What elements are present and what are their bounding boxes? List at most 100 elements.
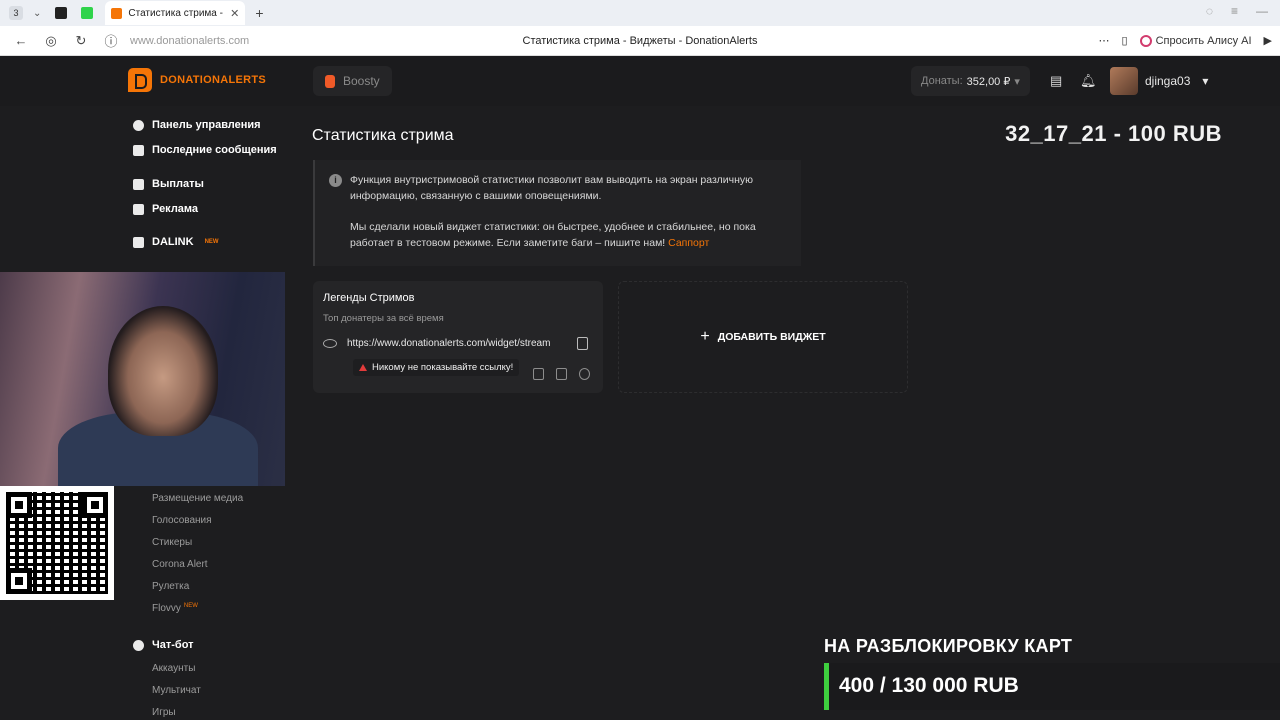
reload-icon[interactable]: ↻ [72,33,90,49]
plus-icon: + [700,328,710,345]
donats-value: 352,00 ₽ [966,75,1011,88]
messages-icon [133,144,144,156]
donats-dropdown[interactable]: Донаты: 352,00 ₽ ▾ [911,66,1030,96]
ask-alice-button[interactable]: Спросить Алису AI [1139,34,1252,47]
eye-off-icon[interactable] [323,339,337,348]
gear-icon[interactable] [579,368,590,380]
qr-pattern [6,492,108,594]
new-tab-icon[interactable]: + [255,5,263,21]
profile-icon[interactable]: ◌ [1206,4,1213,18]
warning-icon [359,364,367,371]
close-tab-icon[interactable]: ✕ [230,7,239,20]
warning-text: Никому не показывайте ссылку! [372,362,514,373]
wallet-icon [133,178,144,190]
qr-finder [6,492,32,518]
more-icon[interactable]: ⋯ [1099,34,1110,47]
warning-badge: Никому не показывайте ссылку! [353,359,520,376]
widget-url[interactable]: https://www.donationalerts.com/widget/st… [347,338,565,349]
dalink-icon [133,236,144,248]
minimize-icon[interactable]: — [1256,4,1268,18]
back-icon[interactable]: ← [12,33,30,48]
trash-icon[interactable] [556,368,567,380]
goal-progress-bar: 400 / 130 000 RUB [824,663,1280,710]
sidebar-item-dalink[interactable]: DALINK NEW [133,236,219,248]
protect-icon[interactable]: ◎ [42,33,60,49]
bookmark-icon[interactable]: ▯ [1122,34,1128,47]
donats-label: Донаты: [921,75,963,87]
page-title: Статистика стрима [312,127,454,144]
dashboard-icon [133,119,144,131]
logo[interactable]: DONATIONALERTS [128,68,266,92]
qr-code [0,486,114,600]
sidebar-subitem-corona-alert[interactable]: Corona Alert [152,559,208,570]
chevron-down-icon[interactable]: ⌄ [33,8,41,19]
webcam-overlay [0,272,285,486]
duplicate-icon[interactable] [533,368,544,380]
sidebar-subitem-flovvy[interactable]: Flovvy NEW [152,603,198,614]
browser-tab-bar: 3 ⌄ Статистика стрима - В ✕ + ◌ ≡ — [0,0,1280,26]
sidebar-item-payouts[interactable]: Выплаты [133,178,204,190]
sidebar-item-label: Панель управления [152,119,261,131]
info-text-1: Функция внутристримовой статистики позво… [350,174,754,202]
add-widget-label: ДОБАВИТЬ ВИДЖЕТ [717,331,826,343]
sidebar-item-label: Чат-бот [152,639,194,651]
sidebar-item-label: Реклама [152,203,199,215]
goal-title: НА РАЗБЛОКИРОВКУ КАРТ [824,636,1073,656]
tab-count-badge[interactable]: 3 [9,6,23,20]
sidebar-subitem-roulette[interactable]: Рулетка [152,581,189,592]
boosty-button[interactable]: Boosty [313,66,392,96]
alice-icon [1139,34,1152,47]
sidebar-subitem-accounts[interactable]: Аккаунты [152,663,195,674]
webcam-person-head [108,306,218,436]
tab-title: Статистика стрима - В [128,7,227,19]
sidebar-subitem-polls[interactable]: Голосования [152,515,212,526]
sidebar-toggle-icon[interactable]: ▶ [1264,34,1272,47]
site-info-icon[interactable]: ⓘ [102,31,120,50]
sidebar-subitem-games[interactable]: Игры [152,707,176,718]
logo-text: DONATIONALERTS [160,74,267,86]
avatar[interactable] [1110,67,1138,95]
widget-subtitle: Топ донатеры за всё время [323,313,444,324]
sidebar-subitem-stickers[interactable]: Стикеры [152,537,192,548]
copy-icon[interactable] [577,337,588,350]
widget-card: Легенды Стримов Топ донатеры за всё врем… [313,281,603,393]
sidebar-item-label: Выплаты [152,178,204,190]
logo-icon [128,68,152,92]
url-field[interactable]: www.donationalerts.com [130,35,249,47]
sidebar-item-last-messages[interactable]: Последние сообщения [133,144,277,156]
qr-finder [82,492,108,518]
pinned-tab-icon[interactable] [55,7,68,19]
chatbot-icon [133,639,144,651]
pinned-tab-kick-icon[interactable] [81,7,94,19]
sidebar-subitem-label: Flovvy [152,603,181,614]
news-icon[interactable]: ▤ [1050,73,1062,89]
sidebar-item-label: Последние сообщения [152,144,277,156]
widget-link-row: https://www.donationalerts.com/widget/st… [323,337,593,350]
ads-icon [133,203,144,215]
sidebar-subitem-media[interactable]: Размещение медиа [152,493,243,504]
new-badge: NEW [204,239,219,245]
sidebar-item-label: DALINK [152,236,194,248]
qr-finder [6,568,32,594]
bell-icon[interactable]: 🔔︎ [1080,73,1097,89]
add-widget-button[interactable]: + ДОБАВИТЬ ВИДЖЕТ [618,281,908,393]
address-bar: ← ◎ ↻ ⓘ www.donationalerts.com Статистик… [0,26,1280,56]
new-badge: NEW [183,603,198,609]
donationalerts-favicon-icon [111,7,123,19]
overlay-top-donor: 32_17_21 - 100 RUB [1005,121,1222,146]
boosty-label: Boosty [343,74,380,88]
chevron-down-icon: ▾ [1014,75,1020,88]
chevron-down-icon: ▾ [1202,74,1209,88]
username: djinga03 [1145,74,1191,88]
info-notice: i Функция внутристримовой статистики поз… [313,160,801,266]
menu-icon[interactable]: ≡ [1231,4,1238,18]
sidebar-item-chatbot[interactable]: Чат-бот [133,639,194,651]
user-menu[interactable]: djinga03 ▾ [1145,74,1208,88]
sidebar-item-ads[interactable]: Реклама [133,203,198,215]
sidebar-item-dashboard[interactable]: Панель управления [133,119,261,131]
support-link[interactable]: Саппорт [668,237,709,249]
boosty-icon [325,74,335,88]
widget-title: Легенды Стримов [323,292,415,304]
tab-active[interactable]: Статистика стрима - В ✕ [105,1,246,25]
sidebar-subitem-multichat[interactable]: Мультичат [152,685,201,696]
